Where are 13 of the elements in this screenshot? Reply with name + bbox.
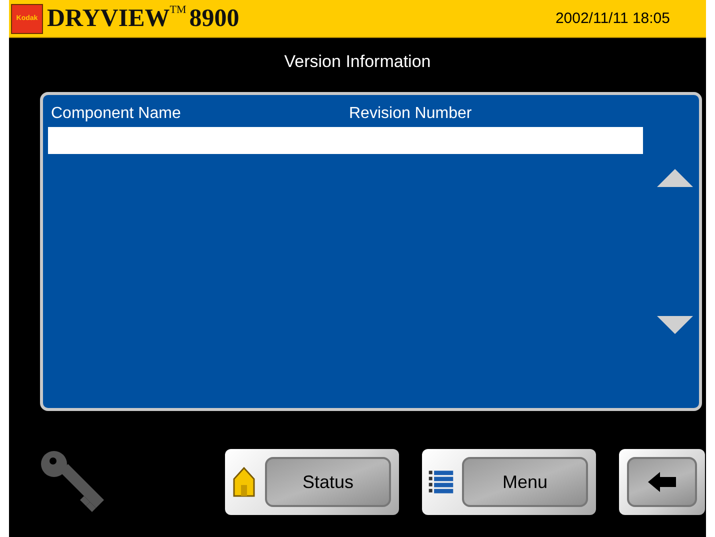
scroll-down-arrow-icon[interactable] xyxy=(657,316,693,334)
left-arrow-icon xyxy=(648,472,676,492)
house-icon xyxy=(231,467,257,497)
screen-title: Version Information xyxy=(283,52,432,73)
date-time: 2002/11/11 18:05 xyxy=(555,10,670,27)
status-button[interactable]: Status xyxy=(225,449,399,515)
scroll-up-arrow-icon[interactable] xyxy=(657,169,693,187)
back-button[interactable] xyxy=(619,449,705,515)
column-header: Component Name xyxy=(51,105,182,124)
product-name: DRYVIEW$^{TM}$ 8900 xyxy=(47,4,240,33)
column-header: Revision Number xyxy=(349,105,473,124)
key-icon xyxy=(40,450,106,514)
menu-button[interactable]: Menu xyxy=(422,449,596,515)
